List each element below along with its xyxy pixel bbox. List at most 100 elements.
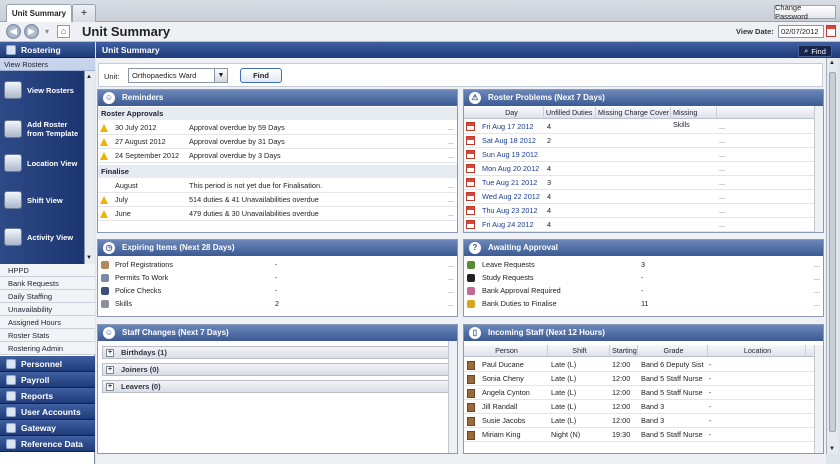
table-row[interactable]: Susie Jacobs Late (L) 12:00 Band 3 - [464,414,823,428]
list-item[interactable]: Skills 2... [98,297,457,310]
more-button[interactable]: ... [448,179,454,193]
list-item[interactable]: Police Checks -... [98,284,457,297]
column-header[interactable]: Grade [638,345,708,357]
column-header[interactable]: Missing Charge Cover [596,107,671,119]
main-scrollbar[interactable]: ▲ ▼ [826,58,838,454]
table-row[interactable]: Paul Ducane Late (L) 12:00 Band 6 Deputy Si… [464,358,823,372]
view-date-input[interactable]: 02/07/2012 [778,25,824,38]
more-button[interactable]: ... [448,193,454,207]
list-item[interactable]: Leave Requests 3... [464,258,823,271]
more-button[interactable]: ... [448,258,454,271]
sidebar-link-hppd[interactable]: HPPD [0,264,95,277]
more-button[interactable]: ... [719,162,725,176]
more-button[interactable]: ... [814,271,820,284]
sidebar-item-view-rosters[interactable]: View Rosters [4,81,84,99]
sidebar-section-reports[interactable]: Reports [0,388,95,404]
scroll-up-icon[interactable]: ▲ [86,74,92,80]
scroll-down-icon[interactable]: ▼ [829,446,835,452]
table-row[interactable]: Thu Aug 23 2012 4... [464,204,823,218]
sidebar-link-daily-staffing[interactable]: Daily Staffing [0,290,95,303]
more-button[interactable]: ... [719,148,725,162]
more-button[interactable]: ... [719,176,725,190]
column-header[interactable]: Location [708,345,806,357]
more-button[interactable]: ... [448,149,454,163]
more-button[interactable]: ... [719,204,725,218]
problem-day[interactable]: Sat Aug 18 2012 [482,134,536,148]
table-row[interactable]: Sat Aug 18 2012 2... [464,134,823,148]
dropdown-icon[interactable]: ▾ [45,27,49,36]
column-header[interactable]: Starting [610,345,638,357]
more-button[interactable]: ... [719,120,725,134]
sidebar-section-payroll[interactable]: Payroll [0,372,95,388]
list-item[interactable]: August This period is not yet due for Fin… [98,179,457,193]
sidebar-link-view-rosters[interactable]: View Rosters [0,58,95,71]
list-item[interactable]: June 479 duties & 30 Unavailabilities ove… [98,207,457,221]
panel-scrollbar[interactable] [814,106,823,232]
sidebar-link-roster-stats[interactable]: Roster Stats [0,329,95,342]
problem-day[interactable]: Mon Aug 20 2012 [482,162,539,176]
find-button-top[interactable]: ⌕ Find [798,45,832,57]
back-icon[interactable]: ◀ [6,24,21,39]
problem-day[interactable]: Wed Aug 22 2012 [482,190,540,204]
sidebar-link-rostering-admin[interactable]: Rostering Admin [0,342,95,355]
sidebar-item-activity-view[interactable]: Activity View [4,228,84,246]
table-row[interactable]: Sun Aug 19 2012... [464,148,823,162]
leavers-expander[interactable]: + Leavers (0) [102,380,449,393]
more-button[interactable]: ... [814,258,820,271]
find-button[interactable]: Find [240,68,282,83]
sidebar-link-assigned-hours[interactable]: Assigned Hours [0,316,95,329]
problem-day[interactable]: Tue Aug 21 2012 [482,176,537,190]
chevron-down-icon[interactable]: ▼ [214,69,227,82]
more-button[interactable]: ... [719,134,725,148]
column-header[interactable]: Shift [548,345,610,357]
table-row[interactable]: Fri Aug 24 2012 4... [464,218,823,232]
more-button[interactable]: ... [448,207,454,221]
home-icon[interactable]: ⌂ [57,25,70,38]
list-item[interactable]: Permits To Work -... [98,271,457,284]
sidebar-item-location-view[interactable]: Location View [4,154,84,172]
column-header[interactable]: Day [478,107,544,119]
problem-day[interactable]: Fri Aug 17 2012 [482,120,534,134]
sidebar-link-unavailability[interactable]: Unavailability [0,303,95,316]
list-item[interactable]: 27 August 2012 Approval overdue by 31 Day… [98,135,457,149]
sidebar-item-shift-view[interactable]: Shift View [4,191,84,209]
birthdays-expander[interactable]: + Birthdays (1) [102,346,449,359]
problem-day[interactable]: Fri Aug 24 2012 [482,218,534,232]
more-button[interactable]: ... [448,297,454,310]
list-item[interactable]: Prof Registrations -... [98,258,457,271]
tab-unit-summary[interactable]: Unit Summary [6,4,72,22]
more-button[interactable]: ... [814,297,820,310]
sidebar-section-personnel[interactable]: Personnel [0,356,95,372]
calendar-icon[interactable] [826,25,836,37]
list-item[interactable]: Bank Approval Required -... [464,284,823,297]
panel-scrollbar[interactable] [448,341,457,453]
table-row[interactable]: Angela Cynton Late (L) 12:00 Band 5 Staff N… [464,386,823,400]
sidebar-section-reference-data[interactable]: Reference Data [0,436,95,452]
more-button[interactable]: ... [448,271,454,284]
problem-day[interactable]: Sun Aug 19 2012 [482,148,538,162]
table-row[interactable]: Sonia Cheny Late (L) 12:00 Band 5 Staff Nur… [464,372,823,386]
column-header[interactable]: Missing Skills [671,107,717,129]
list-item[interactable]: Study Requests -... [464,271,823,284]
sidebar-section-user-accounts[interactable]: User Accounts [0,404,95,420]
column-header[interactable]: Person [464,345,548,357]
joiners-expander[interactable]: + Joiners (0) [102,363,449,376]
sidebar-scrollbar[interactable]: ▲ ▼ [84,71,95,264]
list-item[interactable]: Bank Duties to Finalise 11... [464,297,823,310]
column-header[interactable]: Unfilled Duties [544,107,596,119]
add-tab-button[interactable]: + [72,4,96,22]
table-row[interactable]: Mon Aug 20 2012 4... [464,162,823,176]
sidebar-section-rostering[interactable]: Rostering [0,42,95,58]
list-item[interactable]: July 514 duties & 41 Unavailabilities ove… [98,193,457,207]
sidebar-section-gateway[interactable]: Gateway [0,420,95,436]
more-button[interactable]: ... [719,218,725,232]
more-button[interactable]: ... [814,284,820,297]
problem-day[interactable]: Thu Aug 23 2012 [482,204,538,218]
table-row[interactable]: Miriam King Night (N) 19:30 Band 5 Staff Nu… [464,428,823,442]
unit-select[interactable]: Orthopaedics Ward [128,68,228,83]
table-row[interactable]: Tue Aug 21 2012 3... [464,176,823,190]
scroll-up-icon[interactable]: ▲ [829,60,835,66]
sidebar-link-bank-requests[interactable]: Bank Requests [0,277,95,290]
list-item[interactable]: 24 September 2012 Approval overdue by 3 D… [98,149,457,163]
table-row[interactable]: Jill Randall Late (L) 12:00 Band 3 - [464,400,823,414]
